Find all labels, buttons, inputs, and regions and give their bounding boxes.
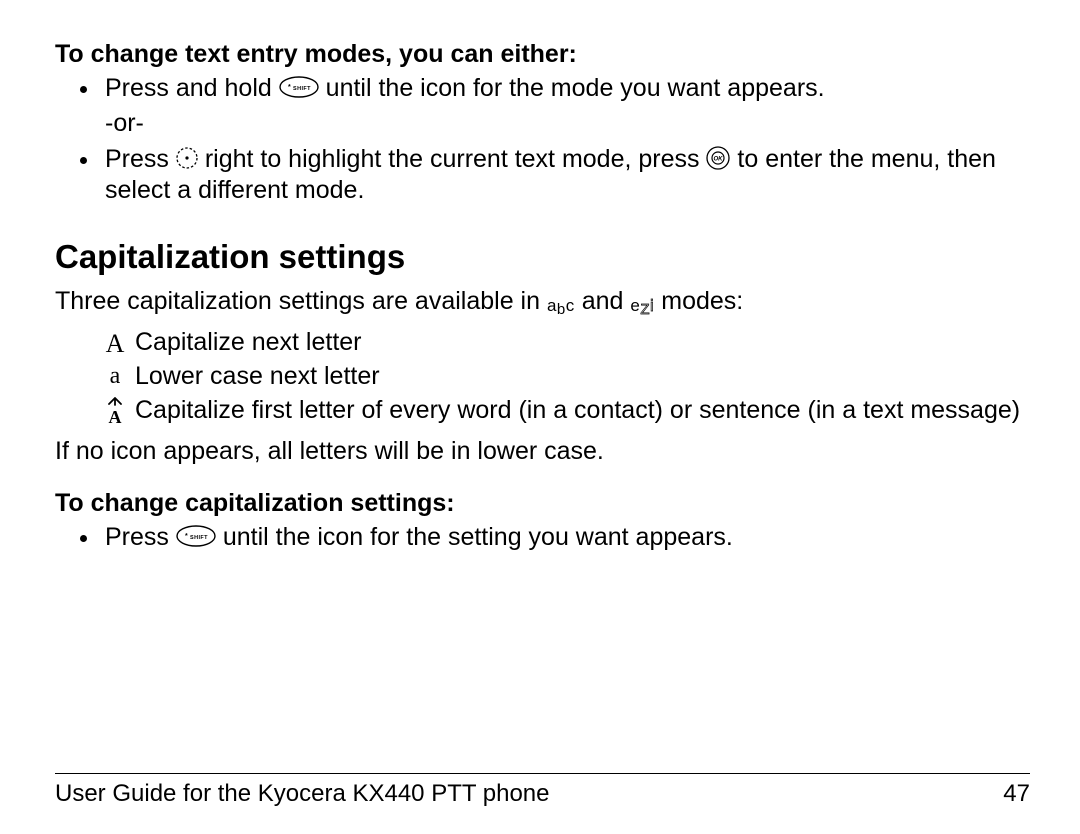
capitalize-next-icon: A [95,327,135,359]
capitalize-word-icon: A [95,395,135,425]
page-footer: User Guide for the Kyocera KX440 PTT pho… [0,773,1080,808]
text-fragment: modes: [661,287,743,315]
text-fragment: Capitalize first letter of every word (i… [135,395,1030,426]
svg-text:OK: OK [714,156,724,162]
document-page: To change text entry modes, you can eith… [0,0,1080,834]
svg-text:*: * [185,533,188,540]
or-text: -or- [105,108,1030,139]
page-number: 47 [1003,780,1030,808]
list-item: Press and hold * SHIFT until the icon fo… [101,73,1030,140]
change-modes-list: Press and hold * SHIFT until the icon fo… [55,73,1030,206]
cap-note: If no icon appears, all letters will be … [55,436,1030,467]
text-fragment: Press [105,523,176,551]
svg-text:SHIFT: SHIFT [293,86,311,92]
cap-intro: Three capitalization settings are availa… [55,286,1030,317]
cap-settings-list: A Capitalize next letter a Lower case ne… [95,327,1030,426]
nav-key-icon [176,147,198,169]
cap-row-firstletter: A Capitalize first letter of every word … [95,395,1030,426]
text-fragment: a [110,363,121,390]
text-fragment: b [557,301,566,320]
shift-key-icon: * SHIFT [279,76,319,98]
list-item: Press * SHIFT until the icon for the set… [101,522,1030,553]
text-fragment: right to highlight the current text mode… [205,145,707,173]
text-fragment: until the icon for the setting you want … [223,523,733,551]
ezi-mode-icon: eZi [630,295,654,317]
text-fragment: Capitalize next letter [135,327,1030,358]
text-fragment: Lower case next letter [135,361,1030,392]
text-fragment: c [566,296,575,315]
heading-capitalization: Capitalization settings [55,238,1030,276]
svg-text:*: * [288,84,291,91]
list-item: Press right to highlight the current tex… [101,144,1030,207]
lowercase-next-icon: a [95,361,135,390]
text-fragment: Three capitalization settings are availa… [55,287,547,315]
text-fragment: Z [640,301,650,320]
text-fragment: and [582,287,631,315]
cap-row-upper: A Capitalize next letter [95,327,1030,359]
text-fragment: Press and hold [105,74,279,102]
heading-change-cap: To change capitalization settings: [55,489,1030,518]
text-fragment: i [650,296,654,315]
svg-text:SHIFT: SHIFT [190,535,208,541]
text-fragment: Press [105,145,176,173]
text-fragment: A [106,329,125,359]
ok-key-icon: OK [706,146,730,170]
shift-key-icon: * SHIFT [176,525,216,547]
text-fragment: e [630,296,640,315]
svg-text:A: A [109,407,122,425]
footer-title: User Guide for the Kyocera KX440 PTT pho… [55,780,550,808]
text-fragment: until the icon for the mode you want app… [326,74,825,102]
cap-row-lower: a Lower case next letter [95,361,1030,392]
change-cap-list: Press * SHIFT until the icon for the set… [55,522,1030,553]
abc-mode-icon: abc [547,295,575,317]
heading-change-modes: To change text entry modes, you can eith… [55,40,1030,69]
text-fragment: a [547,296,557,315]
